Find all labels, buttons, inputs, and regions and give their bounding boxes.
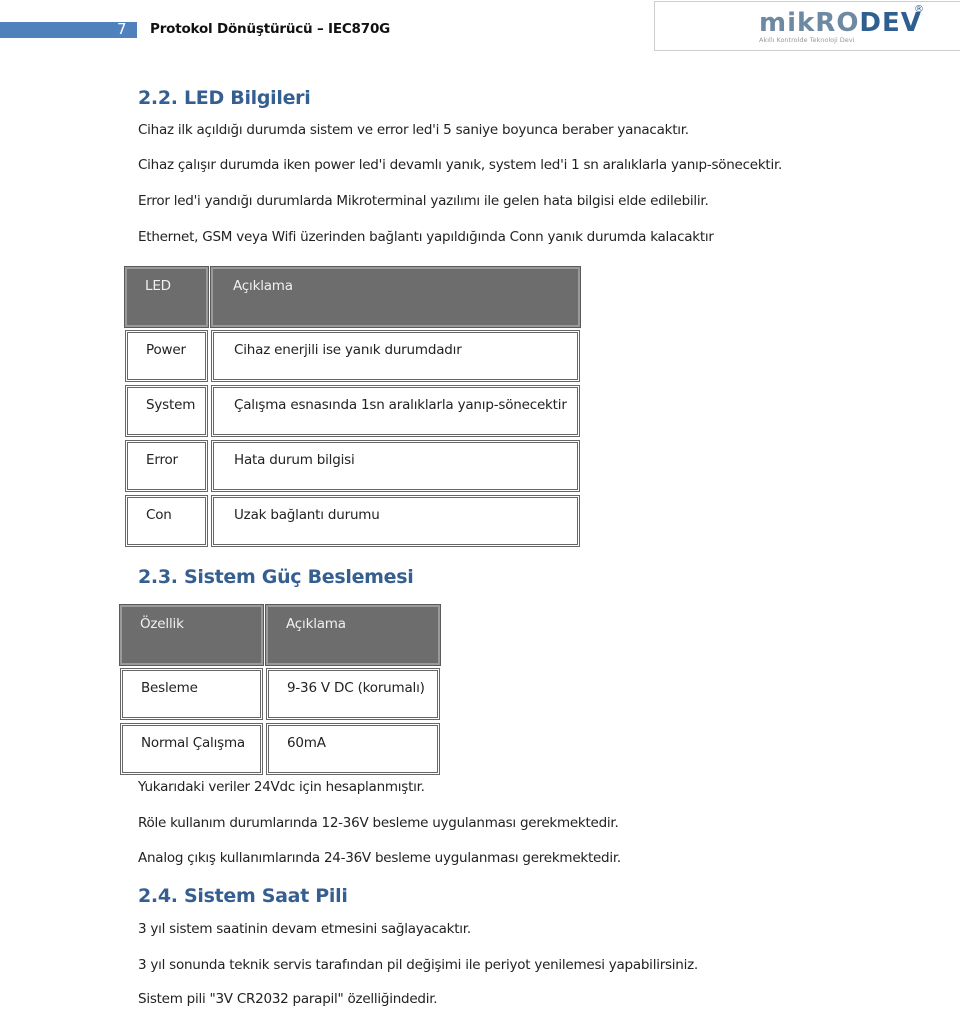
registered-mark-icon: ® [914,4,924,15]
table-cell-led: Power [125,330,208,382]
paragraph: 3 yıl sonunda teknik servis tarafından p… [138,957,698,973]
table-cell-description: 9-36 V DC (korumalı) [266,668,440,720]
table-cell-description: Uzak bağlantı durumu [211,495,580,547]
paragraph: Error led'i yandığı durumlarda Mikroterm… [138,193,709,209]
logo-tagline: Akıllı Kontrolde Teknoloji Devi [759,36,855,44]
paragraph: 3 yıl sistem saatinin devam etmesini sağ… [138,921,471,937]
table-header-led: LED [124,266,209,328]
paragraph: Yukarıdaki veriler 24Vdc için hesaplanmı… [138,779,425,795]
table-cell-description: Hata durum bilgisi [211,440,580,492]
logo-wordmark: mikRODEV [759,8,922,38]
table-cell-led: System [125,385,208,437]
paragraph: Cihaz ilk açıldığı durumda sistem ve err… [138,122,689,138]
document-title: Protokol Dönüştürücü – IEC870G [150,21,391,37]
paragraph: Sistem pili "3V CR2032 parapil" özelliği… [138,991,438,1007]
paragraph: Ethernet, GSM veya Wifi üzerinden bağlan… [138,229,714,245]
table-cell-description: Çalışma esnasında 1sn aralıklarla yanıp-… [211,385,580,437]
section-heading-power: 2.3. Sistem Güç Beslemesi [138,566,414,588]
table-cell-led: Error [125,440,208,492]
table-header-description: Açıklama [265,604,441,666]
table-cell-description: Cihaz enerjili ise yanık durumdadır [211,330,580,382]
table-cell-feature: Normal Çalışma [120,723,263,775]
company-logo: mikRODEV ® Akıllı Kontrolde Teknoloji De… [654,1,960,51]
table-header-feature: Özellik [119,604,264,666]
paragraph: Cihaz çalışır durumda iken power led'i d… [138,157,783,173]
table-header-description: Açıklama [210,266,581,328]
table-cell-led: Con [125,495,208,547]
paragraph: Röle kullanım durumlarında 12-36V beslem… [138,815,619,831]
page-number: 7 [117,20,127,38]
section-heading-led: 2.2. LED Bilgileri [138,87,311,109]
table-cell-feature: Besleme [120,668,263,720]
table-cell-description: 60mA [266,723,440,775]
section-heading-battery: 2.4. Sistem Saat Pili [138,885,348,907]
paragraph: Analog çıkış kullanımlarında 24-36V besl… [138,850,621,866]
